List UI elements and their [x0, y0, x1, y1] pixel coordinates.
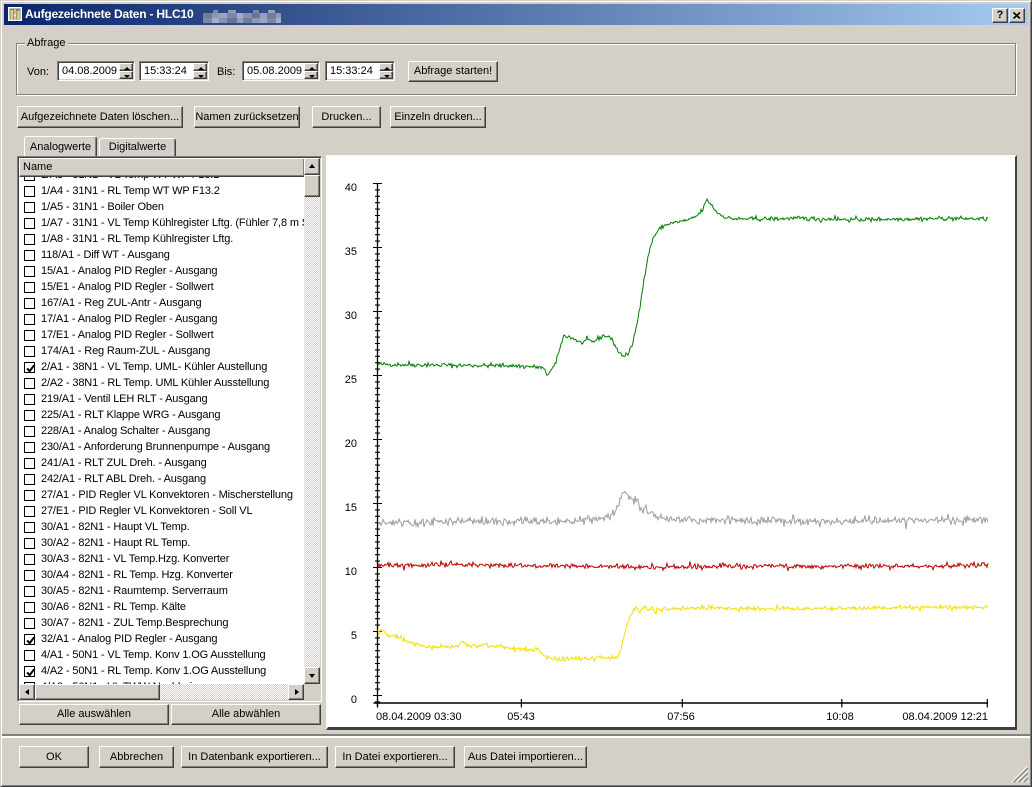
svg-text:30: 30: [345, 310, 357, 322]
svg-text:10:08: 10:08: [826, 711, 854, 723]
svg-text:20: 20: [345, 438, 357, 450]
svg-text:05:43: 05:43: [507, 711, 535, 723]
svg-text:08.04.2009 03:30: 08.04.2009 03:30: [376, 711, 462, 723]
svg-text:35: 35: [345, 246, 357, 258]
svg-text:07:56: 07:56: [667, 711, 695, 723]
svg-text:10: 10: [345, 566, 357, 578]
svg-text:08.04.2009 12:21: 08.04.2009 12:21: [902, 711, 988, 723]
svg-text:5: 5: [351, 630, 357, 642]
svg-text:0: 0: [351, 694, 357, 706]
svg-text:15: 15: [345, 502, 357, 514]
svg-text:40: 40: [345, 182, 357, 194]
svg-text:25: 25: [345, 374, 357, 386]
